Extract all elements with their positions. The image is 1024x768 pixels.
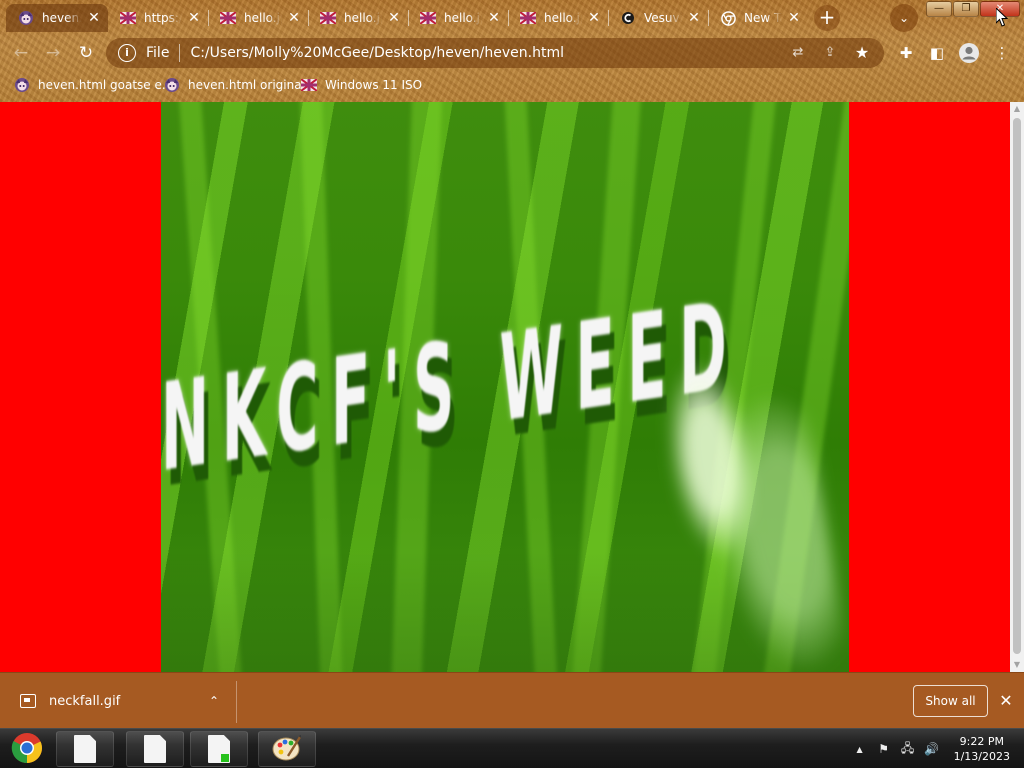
forward-button[interactable]: → [40,40,66,66]
menu-icon[interactable]: ⋮ [991,42,1013,64]
chevron-down-icon: ⌄ [898,11,910,25]
browser-chrome: heven.h ✕ https:/ ✕ hello.jp ✕ hello.jp … [0,0,1024,102]
uk-flag-icon [520,10,536,26]
download-item[interactable]: neckfall.gif ⌃ [0,673,236,729]
tab-close-icon[interactable]: ✕ [486,10,502,26]
vesuvius-icon [620,10,636,26]
extensions-icon[interactable]: ✚ [895,42,917,64]
taskbar-document-3[interactable] [190,731,248,767]
document-badge-icon [208,735,230,763]
scheme-label: File [146,45,170,61]
tab-https[interactable]: https:/ ✕ [108,4,208,32]
bookmark-label: Windows 11 ISO [325,78,423,92]
bookmark-label: heven.html goatse e... [38,78,174,92]
info-icon[interactable]: i [118,44,136,62]
back-button[interactable]: ← [8,40,34,66]
tab-title: New Ta [744,11,782,25]
tab-close-icon[interactable]: ✕ [786,10,802,26]
anime-avatar-icon [14,77,30,93]
bookmark-label: heven.html original [188,78,305,92]
taskbar-chrome[interactable] [2,731,52,767]
download-file-name: neckfall.gif [49,693,121,709]
bookmark-original[interactable]: heven.html original [164,75,305,95]
close-shelf-icon[interactable]: ✕ [995,690,1017,712]
scroll-down-arrow-icon[interactable]: ▼ [1010,658,1024,672]
anime-avatar-icon [164,77,180,93]
tab-strip: heven.h ✕ https:/ ✕ hello.jp ✕ hello.jp … [0,0,1024,34]
download-shelf: neckfall.gif ⌃ Show all ✕ [0,672,1024,728]
reload-button[interactable]: ↻ [73,40,99,66]
document-icon [144,735,166,763]
chrome-icon [720,10,736,26]
tab-close-icon[interactable]: ✕ [386,10,402,26]
divider [236,681,237,723]
tab-title: https:/ [144,11,182,25]
uk-flag-icon [320,10,336,26]
tab-close-icon[interactable]: ✕ [186,10,202,26]
tab-hello-1[interactable]: hello.jp ✕ [208,4,308,32]
tab-vesuvius[interactable]: Vesuvi ✕ [608,4,708,32]
taskbar-document-1[interactable] [56,731,114,767]
new-tab-button[interactable]: + [814,5,840,31]
bookmark-windows-iso[interactable]: Windows 11 ISO [301,75,422,95]
address-bar[interactable]: i File C:/Users/Molly%20McGee/Desktop/he… [106,38,884,68]
clock-time: 9:22 PM [959,735,1004,748]
show-all-button[interactable]: Show all [913,685,988,717]
uk-flag-icon [420,10,436,26]
tab-title: hello.jp [244,11,282,25]
tab-hello-2[interactable]: hello.jp ✕ [308,4,408,32]
url-text[interactable]: C:/Users/Molly%20McGee/Desktop/heven/hev… [190,45,788,61]
page-viewport: NKCF'S WEED [0,102,1010,672]
bookmark-goatse[interactable]: heven.html goatse e... [14,75,173,95]
uk-flag-icon [301,77,317,93]
tab-title: hello.jp [344,11,382,25]
bookmark-star-icon[interactable]: ★ [852,43,872,63]
show-hidden-icons-icon[interactable]: ▲ [850,745,870,754]
volume-icon[interactable]: 🔊 [922,742,942,756]
bookmarks-bar: heven.html goatse e... heven.html origin… [0,72,1024,98]
share-icon[interactable]: ⇪ [820,43,840,63]
maximize-button[interactable]: ❐ [953,1,979,17]
tab-search-button[interactable]: ⌄ [890,4,918,32]
animated-gif-image: NKCF'S WEED [161,102,849,672]
windows-taskbar: ▲ ⚑ 🖧 🔊 9:22 PM 1/13/2023 [0,728,1024,768]
vertical-scrollbar[interactable]: ▲ ▼ [1010,102,1024,672]
image-file-icon [20,694,36,708]
tab-hello-4[interactable]: hello.jp ✕ [508,4,608,32]
tab-close-icon[interactable]: ✕ [286,10,302,26]
browser-toolbar: ← → ↻ i File C:/Users/Molly%20McGee/Desk… [0,36,1024,70]
anime-avatar-icon [18,10,34,26]
document-icon [74,735,96,763]
tab-hello-3[interactable]: hello.jp ✕ [408,4,508,32]
chevron-up-icon[interactable]: ⌃ [204,694,224,708]
side-panel-icon[interactable]: ◧ [926,42,948,64]
taskbar-paint[interactable] [258,731,316,767]
tab-title: heven.h [42,11,82,25]
tab-close-icon[interactable]: ✕ [686,10,702,26]
scroll-up-arrow-icon[interactable]: ▲ [1010,102,1024,116]
action-center-flag-icon[interactable]: ⚑ [874,742,894,756]
chrome-icon [11,732,43,767]
tab-title: Vesuvi [644,11,682,25]
divider [179,44,181,62]
network-icon[interactable]: 🖧 [898,739,918,760]
tab-close-icon[interactable]: ✕ [586,10,602,26]
scroll-thumb[interactable] [1013,118,1021,654]
tab-new-tab[interactable]: New Ta ✕ [708,4,808,32]
translate-icon[interactable]: ⇄ [788,43,808,63]
paint-icon [272,734,302,765]
tab-heven[interactable]: heven.h ✕ [6,4,108,32]
profile-avatar-icon[interactable] [958,42,980,64]
system-tray: ▲ ⚑ 🖧 🔊 9:22 PM 1/13/2023 [848,729,1024,768]
taskbar-clock[interactable]: 9:22 PM 1/13/2023 [954,734,1010,764]
clock-date: 1/13/2023 [953,750,1010,763]
tab-title: hello.jp [544,11,582,25]
tab-close-icon[interactable]: ✕ [86,10,102,26]
taskbar-document-2[interactable] [126,731,184,767]
minimize-button[interactable]: — [926,1,952,17]
uk-flag-icon [220,10,236,26]
uk-flag-icon [120,10,136,26]
tab-title: hello.jp [444,11,482,25]
